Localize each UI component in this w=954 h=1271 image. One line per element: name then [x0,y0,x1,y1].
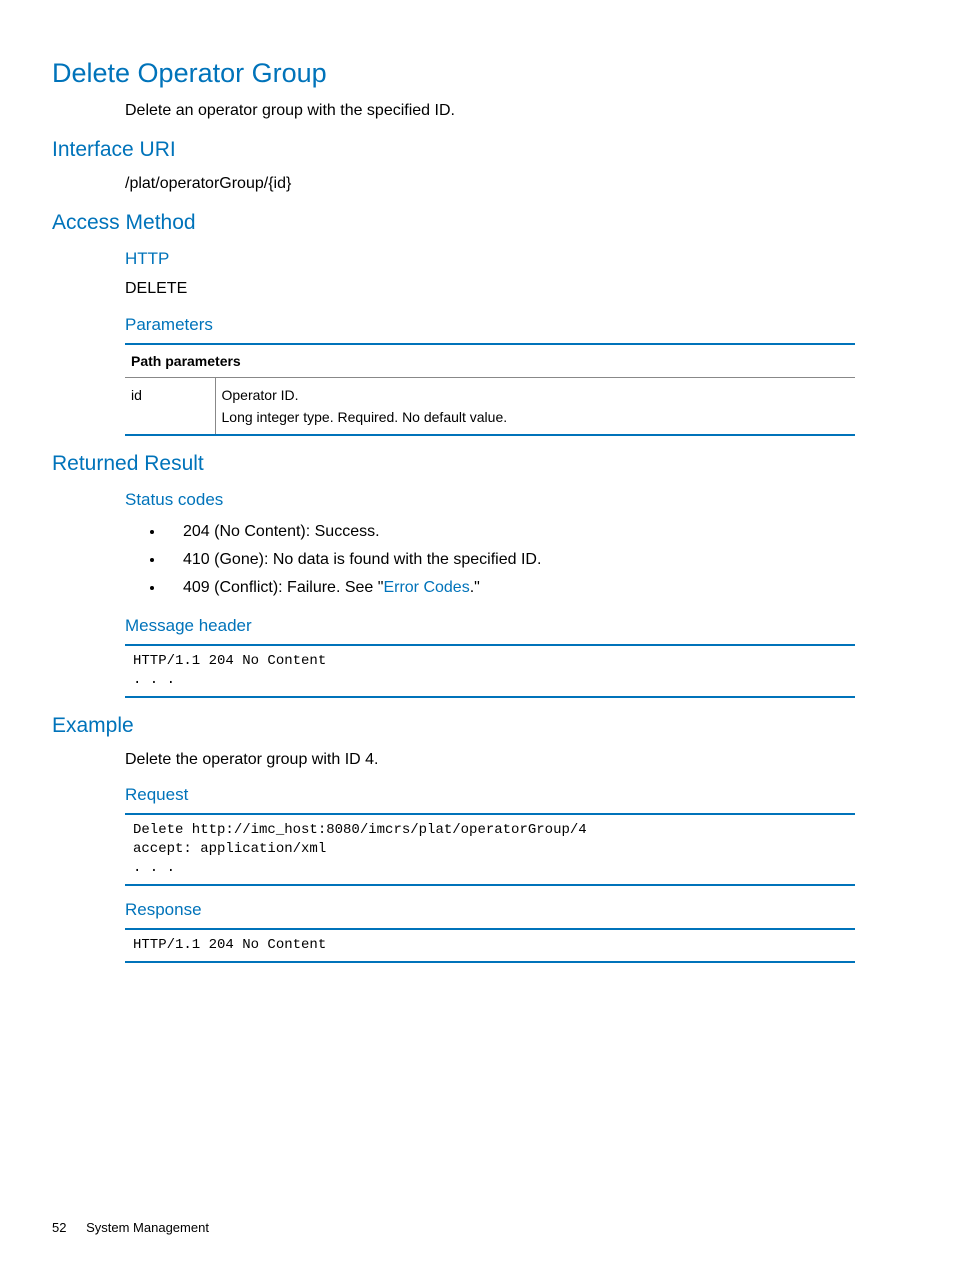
request-heading: Request [125,785,902,805]
parameters-heading: Parameters [125,315,902,335]
status-codes-list: 204 (No Content): Success. 410 (Gone): N… [165,518,902,602]
table-header: Path parameters [125,344,855,378]
example-intro: Delete the operator group with ID 4. [125,748,902,771]
parameters-table: Path parameters id Operator ID. Long int… [125,343,855,437]
response-code: HTTP/1.1 204 No Content [125,928,855,963]
message-header-code: HTTP/1.1 204 No Content . . . [125,644,855,698]
status-code-item: 409 (Conflict): Failure. See "Error Code… [165,574,902,602]
status-code-item: 410 (Gone): No data is found with the sp… [165,546,902,574]
status-codes-heading: Status codes [125,490,902,510]
param-name: id [125,377,215,435]
param-desc-line1: Operator ID. [222,387,299,403]
param-desc-line2: Long integer type. Required. No default … [222,409,508,425]
status-code-409-prefix: 409 (Conflict): Failure. See " [183,579,383,596]
status-code-item: 204 (No Content): Success. [165,518,902,546]
table-row: id Operator ID. Long integer type. Requi… [125,377,855,435]
request-code: Delete http://imc_host:8080/imcrs/plat/o… [125,813,855,886]
example-heading: Example [52,714,902,738]
error-codes-link[interactable]: Error Codes [383,579,469,596]
http-value: DELETE [125,277,902,300]
http-heading: HTTP [125,249,902,269]
page-title: Delete Operator Group [52,58,902,89]
response-heading: Response [125,900,902,920]
param-desc: Operator ID. Long integer type. Required… [215,377,855,435]
interface-uri-heading: Interface URI [52,138,902,162]
page-intro: Delete an operator group with the specif… [125,99,902,122]
page-number: 52 [52,1220,66,1235]
interface-uri-value: /plat/operatorGroup/{id} [125,172,902,195]
status-code-409-suffix: ." [470,579,480,596]
footer-section: System Management [86,1220,209,1235]
page-footer: 52 System Management [52,1220,209,1235]
returned-result-heading: Returned Result [52,452,902,476]
access-method-heading: Access Method [52,211,902,235]
message-header-heading: Message header [125,616,902,636]
